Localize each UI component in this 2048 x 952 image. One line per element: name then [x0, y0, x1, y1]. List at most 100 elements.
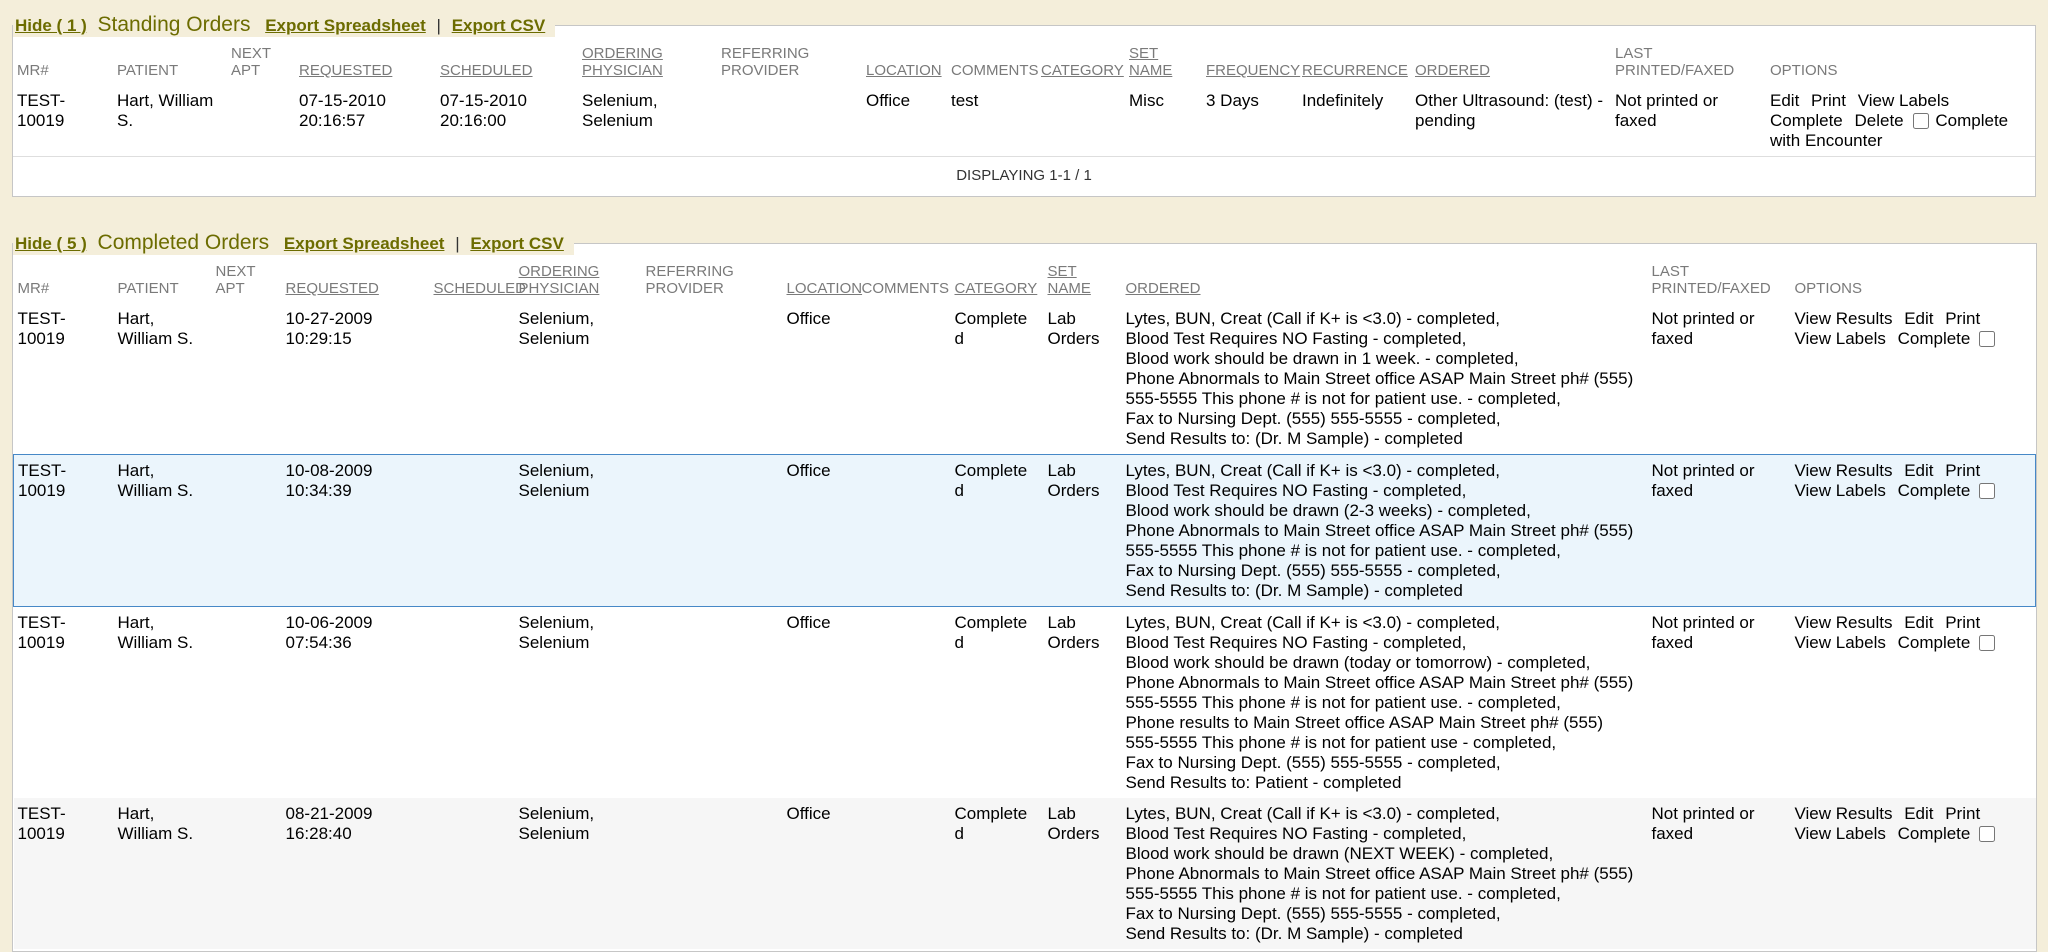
edit-link[interactable]: Edit: [1770, 91, 1799, 110]
column-header-set-name[interactable]: SET NAME: [1044, 255, 1122, 303]
standing-orders-section: Hide ( 1 ) Standing Orders Export Spread…: [12, 13, 2036, 197]
cell-options: View Results Edit Print View Labels Comp…: [1791, 607, 2036, 799]
view-labels-link[interactable]: View Labels: [1795, 824, 1886, 843]
column-header-scheduled[interactable]: SCHEDULED: [436, 37, 578, 85]
cell-last-printed-faxed: Not printed or faxed: [1648, 303, 1791, 455]
order-select-checkbox[interactable]: [1979, 826, 1995, 842]
column-header-category[interactable]: CATEGORY: [951, 255, 1044, 303]
paging-status: DISPLAYING 1-1 / 1: [13, 157, 2035, 195]
standing-export-csv-link[interactable]: Export CSV: [452, 16, 546, 35]
cell-mr-number: TEST-10019: [14, 798, 114, 949]
column-header-location[interactable]: LOCATION: [862, 37, 947, 85]
completed-export-separator: |: [455, 234, 459, 253]
column-header-next-apt: NEXT APT: [212, 255, 282, 303]
cell-ordered: Lytes, BUN, Creat (Call if K+ is <3.0) -…: [1122, 455, 1648, 607]
column-header-referring-provider: REFERRING PROVIDER: [717, 37, 862, 85]
column-header-next-apt: NEXT APT: [227, 37, 295, 85]
cell-referring-provider: [642, 303, 783, 455]
cell-set-name: Misc: [1125, 85, 1202, 157]
cell-location: Office: [783, 455, 858, 607]
cell-last-printed-faxed: Not printed or faxed: [1648, 607, 1791, 799]
cell-category: Completed: [951, 455, 1044, 607]
order-select-checkbox[interactable]: [1913, 113, 1929, 129]
view-labels-link[interactable]: View Labels: [1795, 329, 1886, 348]
column-header-scheduled[interactable]: SCHEDULED: [430, 255, 515, 303]
column-header-ordering-physician[interactable]: ORDERING PHYSICIAN: [515, 255, 642, 303]
cell-requested: 10-06-2009 07:54:36: [282, 607, 430, 799]
view-results-link[interactable]: View Results: [1795, 804, 1893, 823]
print-link[interactable]: Print: [1811, 91, 1846, 110]
standing-export-spreadsheet-link[interactable]: Export Spreadsheet: [265, 16, 426, 35]
column-header-ordering-physician[interactable]: ORDERING PHYSICIAN: [578, 37, 717, 85]
cell-ordering-physician: Selenium, Selenium: [515, 455, 642, 607]
cell-patient: Hart, William S.: [114, 798, 212, 949]
column-header-last-printed-faxed: LAST PRINTED/FAXED: [1648, 255, 1791, 303]
column-header-options: OPTIONS: [1791, 255, 2036, 303]
cell-last-printed-faxed: Not printed or faxed: [1648, 798, 1791, 949]
standing-export-separator: |: [437, 16, 441, 35]
column-header-recurrence[interactable]: RECURRENCE: [1298, 37, 1411, 85]
completed-orders-legend: Hide ( 5 ) Completed Orders Export Sprea…: [13, 231, 574, 255]
cell-set-name: Lab Orders: [1044, 798, 1122, 949]
view-results-link[interactable]: View Results: [1795, 309, 1893, 328]
completed-order-row: TEST-10019 Hart, William S. 10-06-2009 0…: [14, 607, 2036, 799]
column-header-requested[interactable]: REQUESTED: [295, 37, 436, 85]
complete-link[interactable]: Complete: [1898, 329, 1971, 348]
cell-referring-provider: [642, 798, 783, 949]
print-link[interactable]: Print: [1945, 613, 1980, 632]
hide-standing-orders-link[interactable]: Hide ( 1 ): [15, 16, 87, 35]
cell-next-apt: [212, 607, 282, 799]
complete-link[interactable]: Complete: [1898, 481, 1971, 500]
cell-last-printed-faxed: Not printed or faxed: [1611, 85, 1766, 157]
cell-scheduled: [430, 798, 515, 949]
column-header-ordered[interactable]: ORDERED: [1411, 37, 1611, 85]
cell-set-name: Lab Orders: [1044, 303, 1122, 455]
completed-export-spreadsheet-link[interactable]: Export Spreadsheet: [284, 234, 445, 253]
completed-order-row: TEST-10019 Hart, William S. 10-27-2009 1…: [14, 303, 2036, 455]
cell-location: Office: [862, 85, 947, 157]
view-labels-link[interactable]: View Labels: [1795, 633, 1886, 652]
column-header-last-printed-faxed: LAST PRINTED/FAXED: [1611, 37, 1766, 85]
cell-requested: 08-21-2009 16:28:40: [282, 798, 430, 949]
hide-completed-orders-link[interactable]: Hide ( 5 ): [15, 234, 87, 253]
view-results-link[interactable]: View Results: [1795, 461, 1893, 480]
column-header-requested[interactable]: REQUESTED: [282, 255, 430, 303]
cell-comments: [858, 607, 951, 799]
print-link[interactable]: Print: [1945, 461, 1980, 480]
column-header-ordered[interactable]: ORDERED: [1122, 255, 1648, 303]
edit-link[interactable]: Edit: [1904, 613, 1933, 632]
view-results-link[interactable]: View Results: [1795, 613, 1893, 632]
cell-mr-number: TEST-10019: [14, 455, 114, 607]
column-header-mr: MR#: [14, 255, 114, 303]
column-header-location[interactable]: LOCATION: [783, 255, 858, 303]
cell-ordered: Lytes, BUN, Creat (Call if K+ is <3.0) -…: [1122, 798, 1648, 949]
cell-patient: Hart, William S.: [113, 85, 227, 157]
order-select-checkbox[interactable]: [1979, 331, 1995, 347]
edit-link[interactable]: Edit: [1904, 461, 1933, 480]
delete-link[interactable]: Delete: [1855, 111, 1904, 130]
complete-link[interactable]: Complete: [1770, 111, 1843, 130]
column-header-frequency[interactable]: FREQUENCY: [1202, 37, 1298, 85]
order-select-checkbox[interactable]: [1979, 635, 1995, 651]
completed-orders-table: MR# PATIENT NEXT APT REQUESTED SCHEDULED…: [13, 255, 2036, 949]
completed-orders-title: Completed Orders: [98, 231, 270, 254]
column-header-set-name[interactable]: SET NAME: [1125, 37, 1202, 85]
print-link[interactable]: Print: [1945, 309, 1980, 328]
cell-comments: [858, 303, 951, 455]
completed-export-csv-link[interactable]: Export CSV: [470, 234, 564, 253]
view-labels-link[interactable]: View Labels: [1795, 481, 1886, 500]
order-select-checkbox[interactable]: [1979, 483, 1995, 499]
standing-order-row: TEST-10019 Hart, William S. 07-15-2010 2…: [13, 85, 2035, 157]
print-link[interactable]: Print: [1945, 804, 1980, 823]
column-header-options: OPTIONS: [1766, 37, 2035, 85]
complete-link[interactable]: Complete: [1898, 824, 1971, 843]
cell-ordered: Lytes, BUN, Creat (Call if K+ is <3.0) -…: [1122, 303, 1648, 455]
edit-link[interactable]: Edit: [1904, 309, 1933, 328]
complete-link[interactable]: Complete: [1898, 633, 1971, 652]
cell-ordered: Other Ultrasound: (test) - pending: [1411, 85, 1611, 157]
column-header-category[interactable]: CATEGORY: [1037, 37, 1125, 85]
cell-ordering-physician: Selenium, Selenium: [515, 607, 642, 799]
edit-link[interactable]: Edit: [1904, 804, 1933, 823]
completed-orders-fieldset: Hide ( 5 ) Completed Orders Export Sprea…: [12, 231, 2037, 952]
view-labels-link[interactable]: View Labels: [1858, 91, 1949, 110]
